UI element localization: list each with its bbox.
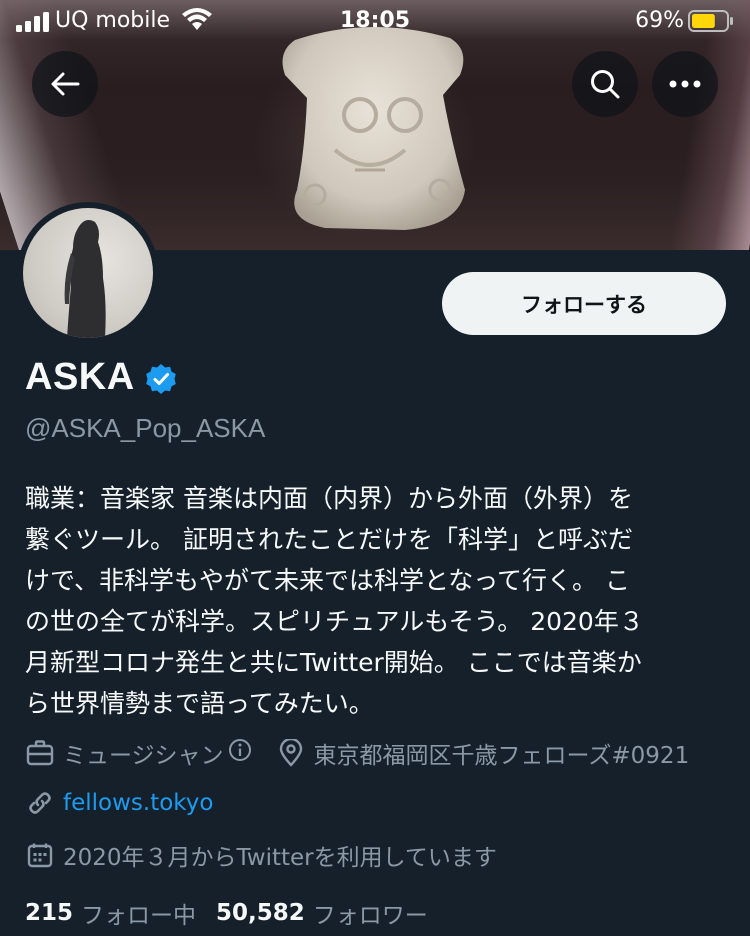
arrow-left-icon [51,72,80,96]
bio-line: 繋ぐツール。 証明されたことだけを「科学」と呼ぶだ [25,525,633,554]
profile-location: 東京都福岡区千歳フェローズ#0921 [313,743,690,769]
bio-line: ら世界情勢まで語ってみたい。 [25,689,374,718]
more-options-button[interactable] [652,51,718,117]
profile-bio: 職業：音楽家 音楽は内面（内界）から外面（外界）を 繋ぐツール。 証明されたこと… [25,478,725,724]
followers-label[interactable]: フォロワー [313,896,428,930]
more-horizontal-icon [669,80,701,88]
profile-name-row: ASKA [25,356,177,399]
profile-avatar[interactable] [17,202,159,344]
following-count[interactable]: 215 [25,900,73,926]
profile-website-link[interactable]: fellows.tokyo [63,790,213,816]
followers-count[interactable]: 50,582 [216,900,305,926]
briefcase-icon [25,738,55,768]
following-label[interactable]: フォロー中 [81,896,196,930]
battery-percent: 69% [635,8,684,33]
profile-category: ミュージシャン [63,743,224,769]
search-button[interactable] [572,51,638,117]
avatar-photo [23,208,153,338]
back-button[interactable] [32,51,98,117]
bio-line: 職業：音楽家 音楽は内面（内界）から外面（外界）を [25,484,633,513]
status-bar: UQ mobile 18:05 69% [0,0,750,44]
follow-button[interactable]: フォローする [442,272,726,335]
profile-joined-date: 2020年３月からTwitterを利用しています [63,845,497,871]
profile-meta-joined: 2020年３月からTwitterを利用しています [25,838,497,872]
stone-mask-artifact [282,26,465,230]
user-handle: @ASKA_Pop_ASKA [25,413,266,443]
link-icon [25,788,55,818]
profile-meta-category-location: ミュージシャン 東京都福岡区千歳フェローズ#0921 [25,736,689,770]
verified-badge-icon[interactable] [145,363,177,395]
bio-line: 月新型コロナ発生と共にTwitter開始。 ここでは音楽か [25,648,642,677]
follow-counts: 215 フォロー中 50,582 フォロワー [25,896,448,930]
info-icon[interactable] [228,738,252,768]
battery-icon [688,10,733,32]
display-name: ASKA [25,356,135,398]
silhouette-figure [64,220,106,338]
bio-line: けで、非科学もやがて未来では科学となって行く。 こ [25,566,630,595]
location-pin-icon [276,738,306,768]
profile-meta-website: fellows.tokyo [25,788,213,818]
bio-line: の世の全てが科学。スピリチュアルもそう。 2020年３ [25,607,644,636]
search-icon [591,70,620,99]
calendar-icon [25,840,55,870]
